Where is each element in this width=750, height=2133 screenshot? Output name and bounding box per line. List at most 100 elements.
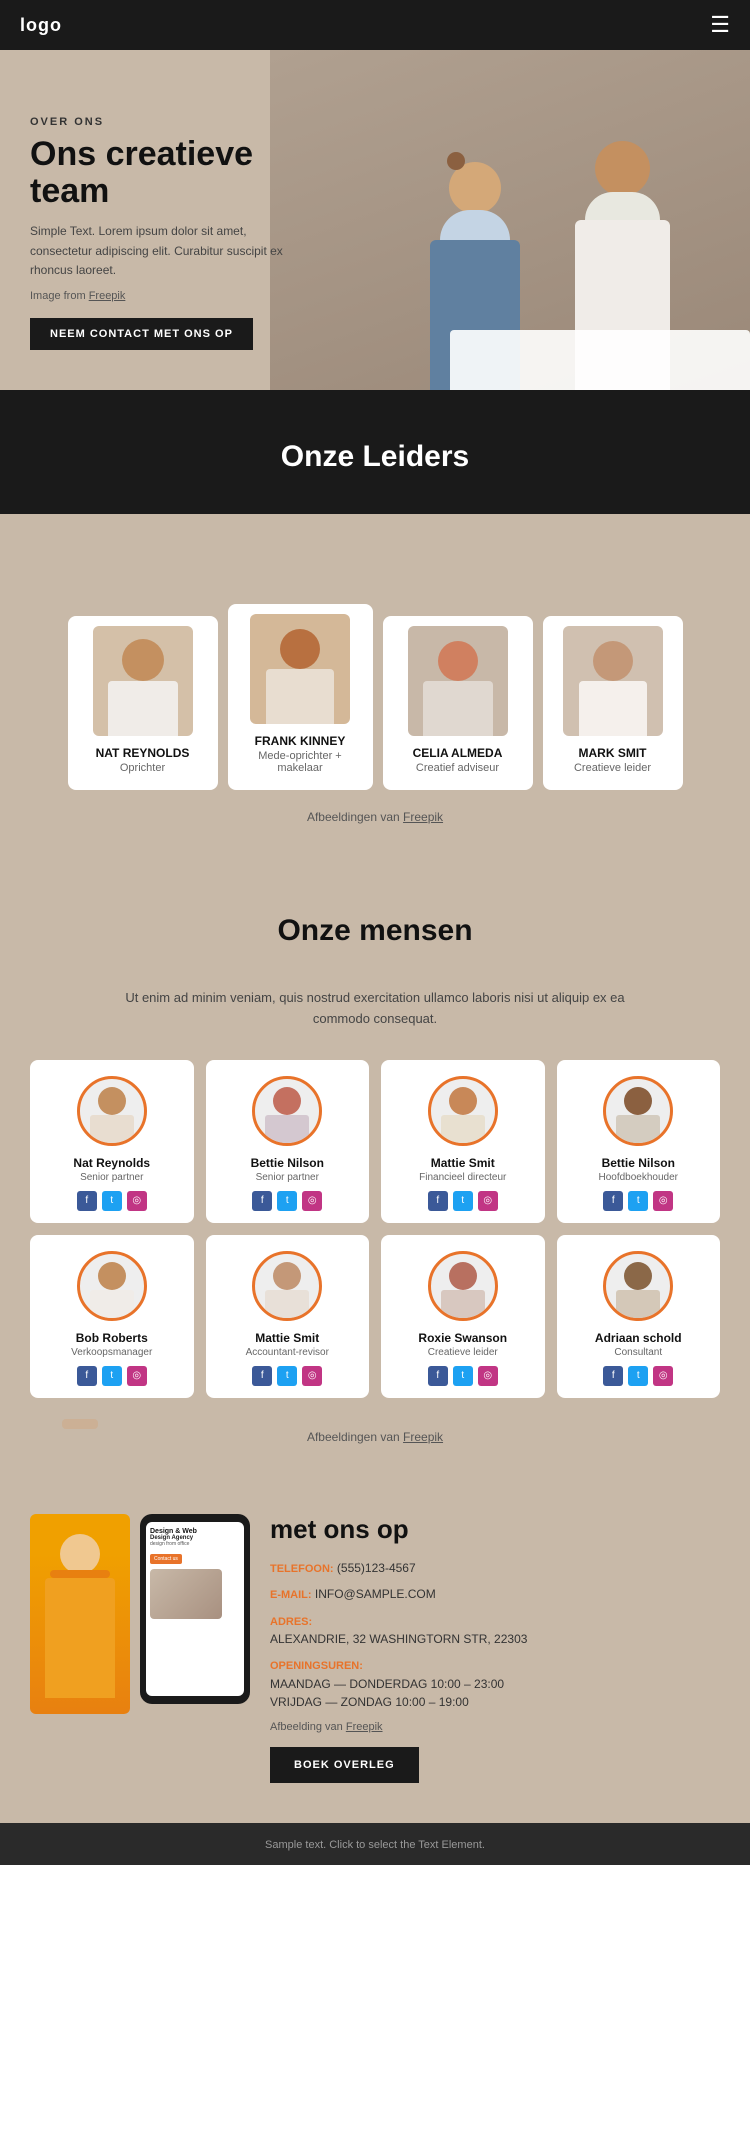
team-name-2: Mattie Smit <box>431 1156 495 1170</box>
footer: Sample text. Click to select the Text El… <box>0 1823 750 1865</box>
twitter-icon-1[interactable]: t <box>277 1191 297 1211</box>
hero-contact-button[interactable]: NEEM CONTACT MET ONS OP <box>30 318 253 350</box>
contact-email-value: INFO@SAMPLE.COM <box>315 1587 436 1601</box>
twitter-icon-0[interactable]: t <box>102 1191 122 1211</box>
leader-card-celia: CELIA ALMEDA Creatief adviseur <box>383 616 533 790</box>
contact-phone-row: TELEFOON: (555)123-4567 <box>270 1559 720 1578</box>
twitter-icon-5[interactable]: t <box>277 1366 297 1386</box>
contact-woman-photo <box>30 1514 130 1714</box>
facebook-icon-0[interactable]: f <box>77 1191 97 1211</box>
team-socials-7: f t ◎ <box>603 1366 673 1386</box>
facebook-icon-5[interactable]: f <box>252 1366 272 1386</box>
instagram-icon-1[interactable]: ◎ <box>302 1191 322 1211</box>
contact-hours-value1: MAANDAG — DONDERDAG 10:00 – 23:00 <box>270 1677 504 1691</box>
contact-phone-label: TELEFOON: <box>270 1563 334 1575</box>
team-grid-row1: Nat Reynolds Senior partner f t ◎ Bettie… <box>30 1060 720 1223</box>
hero-title: Ons creatieve team <box>30 136 300 211</box>
footer-text: Sample text. Click to select the Text El… <box>265 1839 485 1851</box>
team-avatar-4 <box>77 1251 147 1321</box>
leaders-section: Onze Leiders NAT REYNOLDS Oprichter <box>0 390 750 864</box>
team-name-3: Bettie Nilson <box>602 1156 675 1170</box>
twitter-icon-3[interactable]: t <box>628 1191 648 1211</box>
contact-title: met ons op <box>270 1514 720 1545</box>
instagram-icon-4[interactable]: ◎ <box>127 1366 147 1386</box>
team-socials-3: f t ◎ <box>603 1191 673 1211</box>
hero-image-credit: Image from Freepik <box>30 290 300 302</box>
leader-role-mark: Creatieve leider <box>574 762 651 774</box>
hero-freepik-link[interactable]: Freepik <box>89 290 126 302</box>
twitter-icon-4[interactable]: t <box>102 1366 122 1386</box>
team-freepik-link[interactable]: Freepik <box>403 1430 443 1444</box>
team-avatar-7 <box>603 1251 673 1321</box>
leaders-cards: NAT REYNOLDS Oprichter FRANK KINNEY Mede… <box>20 544 730 790</box>
leader-card-mark: MARK SMIT Creatieve leider <box>543 616 683 790</box>
team-avatar-5 <box>252 1251 322 1321</box>
team-credit: Afbeeldingen van Freepik <box>30 1410 720 1444</box>
team-title: Onze mensen <box>30 914 720 948</box>
contact-phone-value: (555)123-4567 <box>337 1561 416 1575</box>
facebook-icon-1[interactable]: f <box>252 1191 272 1211</box>
facebook-icon-4[interactable]: f <box>77 1366 97 1386</box>
team-socials-1: f t ◎ <box>252 1191 322 1211</box>
team-name-4: Bob Roberts <box>76 1331 148 1345</box>
team-subtitle: Ut enim ad minim veniam, quis nostrud ex… <box>125 988 625 1030</box>
leader-avatar-nat <box>93 626 193 736</box>
team-role-6: Creatieve leider <box>428 1347 498 1358</box>
navbar: logo ☰ <box>0 0 750 50</box>
facebook-icon-3[interactable]: f <box>603 1191 623 1211</box>
team-name-1: Bettie Nilson <box>251 1156 324 1170</box>
facebook-icon-6[interactable]: f <box>428 1366 448 1386</box>
team-role-1: Senior partner <box>256 1172 319 1183</box>
team-avatar-6 <box>428 1251 498 1321</box>
leader-name-nat: NAT REYNOLDS <box>96 746 190 760</box>
team-name-0: Nat Reynolds <box>73 1156 150 1170</box>
team-role-5: Accountant-revisor <box>246 1347 329 1358</box>
leaders-title: Onze Leiders <box>0 440 750 474</box>
team-name-7: Adriaan schold <box>595 1331 682 1345</box>
instagram-icon-2[interactable]: ◎ <box>478 1191 498 1211</box>
hamburger-icon[interactable]: ☰ <box>710 12 730 38</box>
contact-address-value: ALEXANDRIE, 32 WASHINGTORN STR, 22303 <box>270 1632 527 1646</box>
leaders-freepik-link[interactable]: Freepik <box>403 810 443 824</box>
facebook-icon-7[interactable]: f <box>603 1366 623 1386</box>
contact-address-row: ADRES: ALEXANDRIE, 32 WASHINGTORN STR, 2… <box>270 1612 720 1649</box>
leader-name-celia: CELIA ALMEDA <box>413 746 503 760</box>
leaders-bg: NAT REYNOLDS Oprichter FRANK KINNEY Mede… <box>0 514 750 864</box>
contact-hours-row: OPENINGSUREN: MAANDAG — DONDERDAG 10:00 … <box>270 1656 720 1711</box>
twitter-icon-7[interactable]: t <box>628 1366 648 1386</box>
leader-card-frank: FRANK KINNEY Mede-oprichter + makelaar <box>228 604 373 790</box>
contact-hours-label: OPENINGSUREN: <box>270 1660 363 1672</box>
twitter-icon-6[interactable]: t <box>453 1366 473 1386</box>
twitter-icon-2[interactable]: t <box>453 1191 473 1211</box>
hero-image <box>270 50 750 390</box>
team-socials-4: f t ◎ <box>77 1366 147 1386</box>
team-section: Onze mensen Ut enim ad minim veniam, qui… <box>0 864 750 1474</box>
instagram-icon-5[interactable]: ◎ <box>302 1366 322 1386</box>
hero-label: OVER ONS <box>30 116 300 128</box>
contact-credit: Afbeelding van Freepik <box>270 1721 720 1733</box>
team-card-0: Nat Reynolds Senior partner f t ◎ <box>30 1060 194 1223</box>
instagram-icon-0[interactable]: ◎ <box>127 1191 147 1211</box>
leader-avatar-mark <box>563 626 663 736</box>
team-card-3: Bettie Nilson Hoofdboekhouder f t ◎ <box>557 1060 721 1223</box>
leader-avatar-frank <box>250 614 350 724</box>
contact-email-row: E-MAIL: INFO@SAMPLE.COM <box>270 1585 720 1604</box>
leader-name-mark: MARK SMIT <box>579 746 647 760</box>
contact-book-button[interactable]: BOEK OVERLEG <box>270 1747 419 1783</box>
team-avatar-0 <box>77 1076 147 1146</box>
contact-freepik-link[interactable]: Freepik <box>346 1721 383 1733</box>
instagram-icon-3[interactable]: ◎ <box>653 1191 673 1211</box>
team-role-2: Financieel directeur <box>419 1172 506 1183</box>
leader-role-celia: Creatief adviseur <box>416 762 499 774</box>
team-socials-6: f t ◎ <box>428 1366 498 1386</box>
team-grid-row2: Bob Roberts Verkoopsmanager f t ◎ Mattie… <box>30 1235 720 1398</box>
team-role-7: Consultant <box>614 1347 662 1358</box>
team-role-3: Hoofdboekhouder <box>598 1172 678 1183</box>
instagram-icon-7[interactable]: ◎ <box>653 1366 673 1386</box>
team-name-5: Mattie Smit <box>255 1331 319 1345</box>
instagram-icon-6[interactable]: ◎ <box>478 1366 498 1386</box>
team-card-6: Roxie Swanson Creatieve leider f t ◎ <box>381 1235 545 1398</box>
facebook-icon-2[interactable]: f <box>428 1191 448 1211</box>
team-card-2: Mattie Smit Financieel directeur f t ◎ <box>381 1060 545 1223</box>
hero-section: OVER ONS Ons creatieve team Simple Text.… <box>0 50 750 390</box>
